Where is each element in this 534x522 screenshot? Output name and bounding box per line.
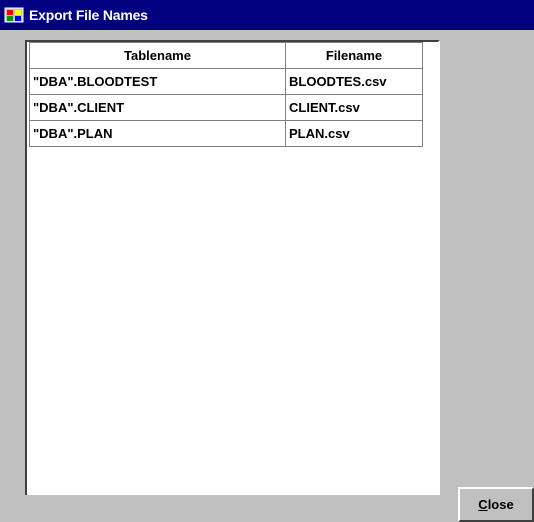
filename-cell[interactable]: CLIENT.csv: [285, 94, 423, 121]
close-button[interactable]: Close: [458, 487, 534, 522]
table-row[interactable]: "DBA".PLAN PLAN.csv: [29, 120, 423, 147]
table-header-row: Tablename Filename: [29, 42, 423, 69]
column-header-tablename[interactable]: Tablename: [29, 42, 286, 69]
filename-cell[interactable]: BLOODTES.csv: [285, 68, 423, 95]
close-button-mnemonic: C: [478, 497, 488, 512]
filename-cell[interactable]: PLAN.csv: [285, 120, 423, 147]
tablename-cell[interactable]: "DBA".CLIENT: [29, 94, 286, 121]
file-names-list[interactable]: Tablename Filename "DBA".BLOODTEST BLOOD…: [25, 40, 440, 495]
tablename-cell[interactable]: "DBA".PLAN: [29, 120, 286, 147]
title-bar[interactable]: Export File Names: [0, 0, 534, 30]
tablename-cell[interactable]: "DBA".BLOODTEST: [29, 68, 286, 95]
close-button-label: lose: [487, 497, 514, 512]
window-title: Export File Names: [29, 7, 148, 23]
file-names-table: Tablename Filename "DBA".BLOODTEST BLOOD…: [29, 42, 423, 147]
app-icon[interactable]: [3, 4, 25, 26]
column-header-filename[interactable]: Filename: [285, 42, 423, 69]
export-file-names-dialog: Export File Names Tablename Filename "DB…: [0, 0, 534, 522]
table-row[interactable]: "DBA".CLIENT CLIENT.csv: [29, 94, 423, 121]
table-row[interactable]: "DBA".BLOODTEST BLOODTES.csv: [29, 68, 423, 95]
